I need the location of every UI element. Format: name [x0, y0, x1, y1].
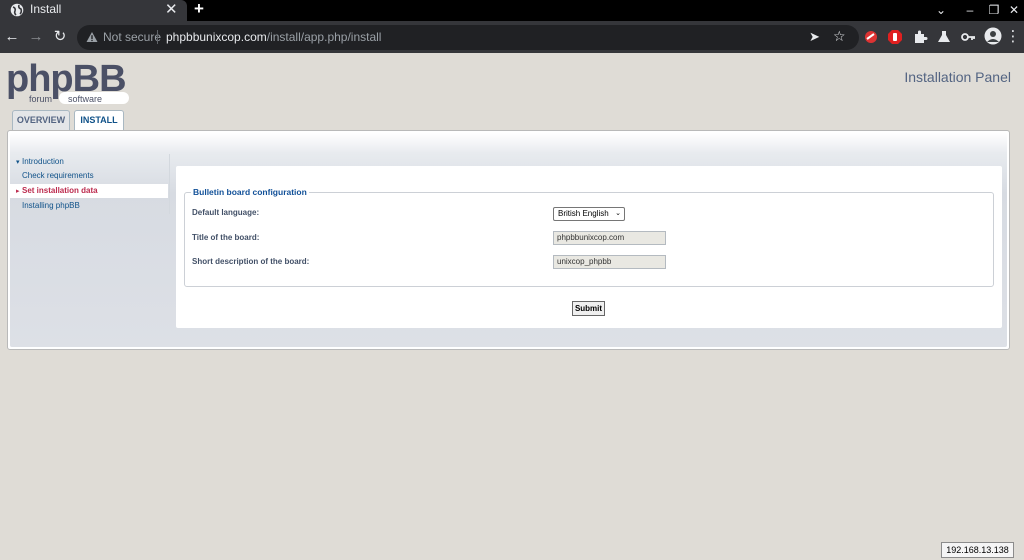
phpbb-logo: phpBB forum software	[6, 58, 129, 104]
url-domain: phpbbunixcop.com	[166, 30, 267, 44]
adblock-icon[interactable]	[887, 29, 903, 45]
extensions-puzzle-icon[interactable]	[912, 29, 928, 45]
address-divider	[157, 30, 158, 44]
tab-search-icon[interactable]: ⌄	[931, 0, 951, 21]
restore-icon[interactable]: ❐	[984, 0, 1004, 21]
profile-avatar-icon[interactable]	[984, 27, 1002, 45]
tab-title: Install	[30, 2, 62, 16]
globe-icon	[10, 3, 24, 17]
tab-install[interactable]: Install	[74, 110, 124, 131]
forward-icon[interactable]: →	[27, 28, 45, 46]
board-title-label: Title of the board:	[192, 233, 260, 242]
menu-item-label: Installing phpBB	[22, 201, 80, 210]
menu-item-label: Set installation data	[22, 186, 98, 195]
select-value: British English	[558, 209, 609, 218]
menu-item-set-installation-data[interactable]: ▸ Set installation data	[10, 184, 168, 198]
board-description-input[interactable]: unixcop_phpbb	[553, 255, 666, 269]
svg-text:software: software	[68, 94, 102, 104]
send-tab-icon[interactable]: ➤	[809, 29, 820, 45]
menu-item-label: Introduction	[22, 157, 64, 166]
menu-item-introduction[interactable]: ▾ Introduction	[10, 155, 168, 169]
url-path: /install/app.php/install	[266, 30, 382, 44]
chevron-down-icon: ⌄	[615, 210, 621, 217]
warning-icon	[86, 32, 98, 42]
browser-toolbar: ← → ↻ Not secure phpbbunixcop.com/instal…	[0, 21, 1024, 53]
flask-icon[interactable]	[936, 29, 952, 45]
browser-tab-strip: Install ✕ + ⌄ ‒ ❐ ✕	[0, 0, 1024, 21]
menu-item-installing-phpbb[interactable]: Installing phpBB	[10, 199, 168, 213]
new-tab-icon[interactable]: +	[194, 0, 204, 19]
ip-address-badge: 192.168.13.138	[941, 542, 1014, 558]
back-icon[interactable]: ←	[3, 28, 21, 46]
menu-item-check-requirements[interactable]: Check requirements	[10, 169, 168, 183]
default-language-label: Default language:	[192, 208, 260, 217]
bookmark-star-icon[interactable]: ☆	[833, 28, 846, 45]
extension-red-icon[interactable]	[863, 29, 879, 45]
key-icon[interactable]	[960, 29, 976, 45]
not-secure-label: Not secure	[103, 30, 162, 44]
submit-button[interactable]: Submit	[572, 301, 605, 316]
close-window-icon[interactable]: ✕	[1004, 0, 1024, 21]
close-tab-icon[interactable]: ✕	[165, 0, 178, 20]
board-title-input[interactable]: phpbbunixcop.com	[553, 231, 666, 245]
browser-menu-icon[interactable]: ⋮	[1004, 28, 1022, 46]
board-description-label: Short description of the board:	[192, 257, 310, 266]
url-text: phpbbunixcop.com/install/app.php/install	[166, 30, 381, 44]
menu-item-label: Check requirements	[22, 171, 94, 180]
reload-icon[interactable]: ↻	[51, 28, 69, 46]
installation-panel-title: Installation Panel	[904, 69, 1011, 85]
tab-overview[interactable]: Overview	[12, 110, 70, 130]
svg-text:forum: forum	[29, 94, 52, 104]
sidebar-menu: ▾ Introduction Check requirements ▸ Set in…	[10, 154, 170, 214]
fieldset-legend: Bulletin board configuration	[193, 187, 307, 197]
minimize-icon[interactable]: ‒	[960, 0, 980, 21]
address-bar[interactable]: Not secure phpbbunixcop.com/install/app.…	[77, 25, 859, 50]
default-language-select[interactable]: British English ⌄	[553, 207, 625, 221]
browser-tab[interactable]: Install ✕	[0, 0, 187, 21]
main-content: Bulletin board configuration Default lan…	[176, 166, 1002, 328]
